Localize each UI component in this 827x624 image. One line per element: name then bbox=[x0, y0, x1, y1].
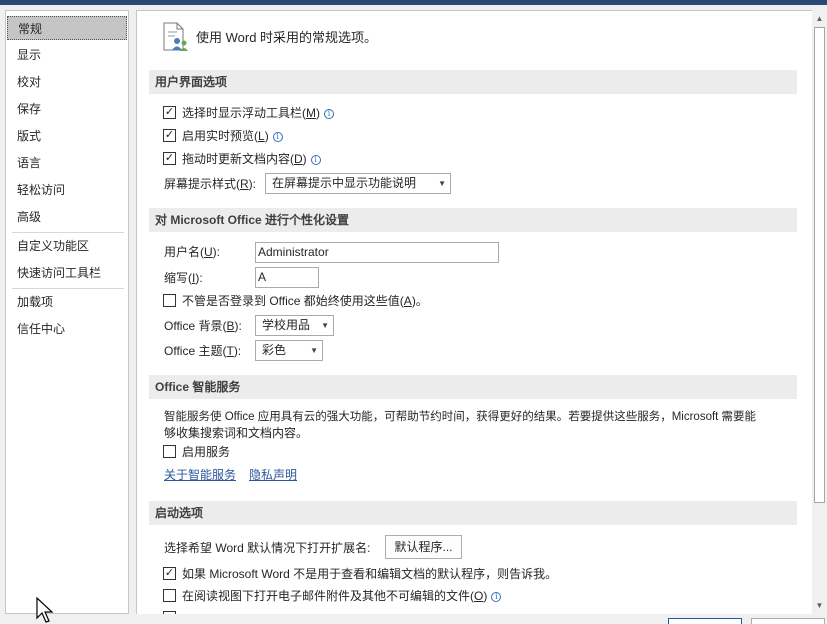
section-personalize: 对 Microsoft Office 进行个性化设置 bbox=[149, 208, 797, 232]
mouse-cursor-icon bbox=[36, 596, 54, 624]
mini-toolbar-label[interactable]: 选择时显示浮动工具栏(M) i bbox=[182, 104, 334, 122]
initials-input[interactable]: A bbox=[255, 267, 319, 288]
scrollbar-thumb[interactable] bbox=[814, 27, 825, 503]
live-preview-checkbox[interactable]: ✓ bbox=[163, 129, 176, 142]
nav-item-customize-ribbon[interactable]: 自定义功能区 bbox=[7, 234, 127, 258]
privacy-statement-link[interactable]: 隐私声明 bbox=[249, 466, 297, 484]
nav-divider bbox=[12, 288, 124, 289]
nav-item-proofing[interactable]: 校对 bbox=[7, 70, 127, 94]
screentip-label: 屏幕提示样式(R): bbox=[164, 177, 257, 191]
nav-item-add-ins[interactable]: 加载项 bbox=[7, 290, 127, 314]
tell-me-default-label[interactable]: 如果 Microsoft Word 不是用于查看和编辑文档的默认程序，则告诉我。 bbox=[182, 565, 557, 583]
always-use-label[interactable]: 不管是否登录到 Office 都始终使用这些值(A)。 bbox=[182, 292, 428, 310]
chevron-down-icon: ▼ bbox=[321, 321, 329, 330]
nav-item-general[interactable]: 常规 bbox=[7, 16, 127, 40]
section-intelligent-services: Office 智能服务 bbox=[149, 375, 797, 399]
office-theme-label: Office 主题(T): bbox=[164, 344, 242, 358]
nav-divider bbox=[12, 232, 124, 233]
cancel-button[interactable] bbox=[751, 618, 825, 624]
nav-item-language[interactable]: 语言 bbox=[7, 151, 127, 175]
reading-view-checkbox[interactable] bbox=[163, 589, 176, 602]
vertical-scrollbar[interactable]: ▲ ▼ bbox=[812, 10, 827, 614]
info-icon[interactable]: i bbox=[491, 592, 502, 602]
scroll-down-icon[interactable]: ▼ bbox=[812, 597, 827, 614]
username-input[interactable]: Administrator bbox=[255, 242, 499, 263]
scroll-up-icon[interactable]: ▲ bbox=[812, 10, 827, 27]
nav-item-display[interactable]: 显示 bbox=[7, 43, 127, 67]
nav-item-trust-center[interactable]: 信任中心 bbox=[7, 317, 127, 341]
enable-services-label[interactable]: 启用服务 bbox=[182, 443, 230, 461]
general-options-icon bbox=[161, 21, 189, 53]
live-preview-label[interactable]: 启用实时预览(L) i bbox=[182, 127, 283, 145]
office-background-select[interactable]: 学校用品 ▼ bbox=[255, 315, 334, 336]
enable-services-checkbox[interactable] bbox=[163, 445, 176, 458]
options-content: 使用 Word 时采用的常规选项。 用户界面选项 ✓ 选择时显示浮动工具栏(M)… bbox=[136, 10, 812, 614]
window-title-bar bbox=[0, 0, 827, 5]
chevron-down-icon: ▼ bbox=[438, 179, 446, 188]
username-label: 用户名(U): bbox=[164, 245, 221, 259]
section-startup-options: 启动选项 bbox=[149, 501, 797, 525]
nav-item-quick-access-toolbar[interactable]: 快速访问工具栏 bbox=[7, 261, 127, 285]
info-icon[interactable]: i bbox=[310, 155, 321, 165]
nav-item-layout[interactable]: 版式 bbox=[7, 124, 127, 148]
chevron-down-icon: ▼ bbox=[310, 346, 318, 355]
about-intelligent-services-link[interactable]: 关于智能服务 bbox=[164, 466, 236, 484]
mini-toolbar-checkbox[interactable]: ✓ bbox=[163, 106, 176, 119]
nav-item-advanced[interactable]: 高级 bbox=[7, 205, 127, 229]
tell-me-default-checkbox[interactable]: ✓ bbox=[163, 567, 176, 580]
ok-button[interactable] bbox=[668, 618, 742, 624]
section-ui-options: 用户界面选项 bbox=[149, 70, 797, 94]
office-theme-select[interactable]: 彩色 ▼ bbox=[255, 340, 323, 361]
nav-item-accessibility[interactable]: 轻松访问 bbox=[7, 178, 127, 202]
initials-label: 缩写(I): bbox=[164, 271, 203, 285]
default-programs-button[interactable]: 默认程序... bbox=[385, 535, 462, 559]
always-use-checkbox[interactable] bbox=[163, 294, 176, 307]
page-header-text: 使用 Word 时采用的常规选项。 bbox=[196, 30, 378, 45]
default-extension-label: 选择希望 Word 默认情况下打开扩展名: bbox=[164, 541, 371, 555]
info-icon[interactable]: i bbox=[324, 109, 334, 119]
options-nav: 常规 显示 校对 保存 版式 语言 轻松访问 高级 自定义功能区 快速访问工具栏… bbox=[5, 10, 129, 614]
office-background-label: Office 背景(B): bbox=[164, 319, 242, 333]
partial-checkbox[interactable] bbox=[163, 611, 176, 614]
update-drag-label[interactable]: 拖动时更新文档内容(D) i bbox=[182, 150, 321, 168]
reading-view-label[interactable]: 在阅读视图下打开电子邮件附件及其他不可编辑的文件(O) i bbox=[182, 587, 502, 605]
update-drag-checkbox[interactable]: ✓ bbox=[163, 152, 176, 165]
info-icon[interactable]: i bbox=[272, 132, 283, 142]
screentip-style-select[interactable]: 在屏幕提示中显示功能说明 ▼ bbox=[265, 173, 451, 194]
intelligent-desc-line2: 够收集搜索词和文档内容。 bbox=[164, 426, 309, 440]
nav-item-save[interactable]: 保存 bbox=[7, 97, 127, 121]
